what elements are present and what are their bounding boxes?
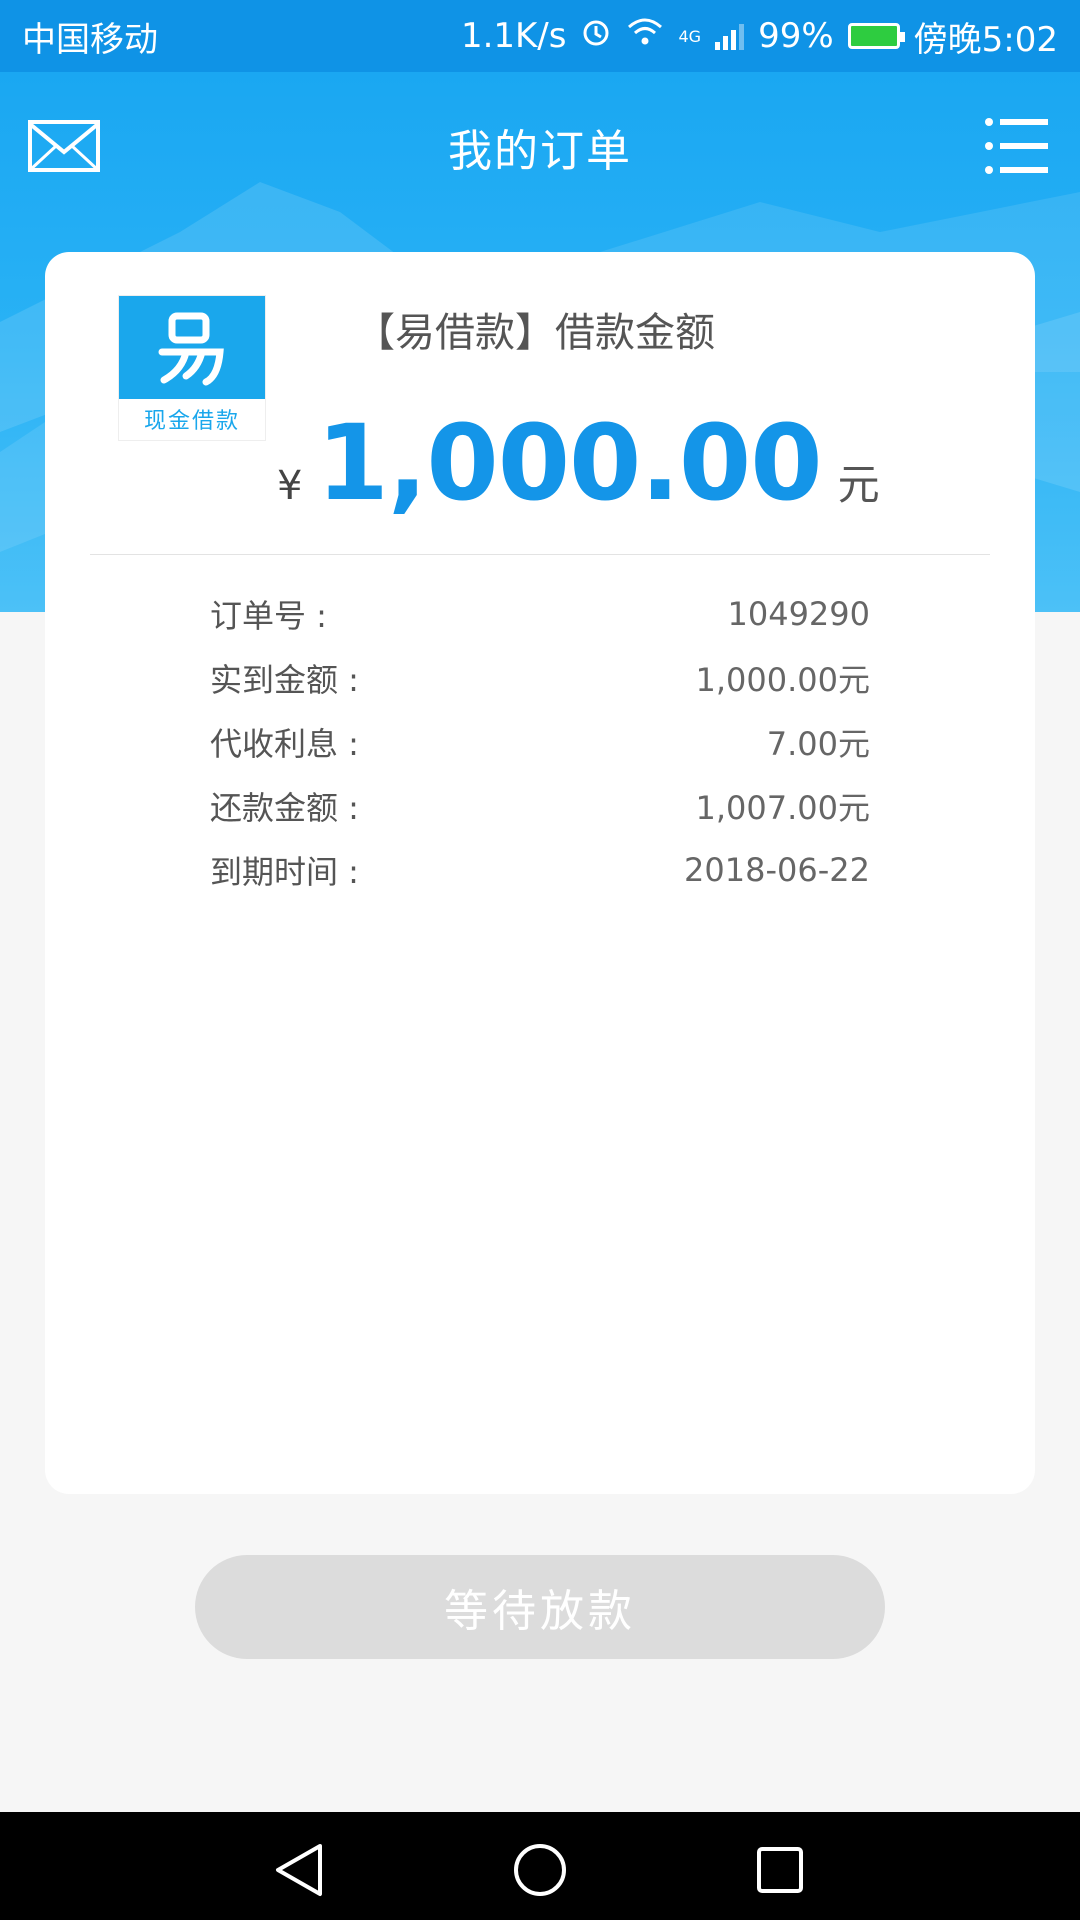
- await-disbursement-button[interactable]: 等待放款: [195, 1555, 885, 1659]
- currency-symbol: ¥: [277, 463, 303, 509]
- detail-row-received-amount: 实到金额 : 1,000.00元: [210, 646, 870, 710]
- status-bar: 中国移动 1.1K/s 4G 99% 傍晚5:02: [0, 0, 1080, 72]
- battery-icon: [847, 23, 905, 49]
- app-logo: 现金借款: [119, 296, 265, 440]
- detail-row-due-date: 到期时间 : 2018-06-22: [210, 838, 870, 902]
- status-icons: 1.1K/s 4G 99% 傍晚5:02: [461, 12, 1058, 61]
- detail-value: 7.00元: [766, 725, 870, 763]
- menu-icon[interactable]: [984, 116, 1050, 176]
- top-bar: 我的订单: [0, 72, 1080, 222]
- clock: 傍晚5:02: [913, 19, 1058, 60]
- divider: [90, 554, 990, 555]
- yi-logo-icon: [158, 312, 224, 385]
- carrier-name: 中国移动: [22, 19, 158, 60]
- battery-percent: 99%: [758, 16, 834, 56]
- order-details: 订单号 : 1049290 实到金额 : 1,000.00元 代收利息 : 7.…: [210, 582, 870, 902]
- amount-value: 1,000.00: [316, 402, 822, 524]
- amount-unit: 元: [837, 460, 880, 509]
- detail-label: 实到金额 :: [210, 661, 359, 699]
- network-speed: 1.1K/s: [460, 16, 567, 56]
- detail-value: 1049290: [727, 595, 870, 633]
- logo-caption: 现金借款: [143, 409, 240, 434]
- signal-icon: [715, 22, 745, 50]
- detail-label: 订单号 :: [210, 597, 327, 635]
- detail-value: 1,000.00元: [695, 661, 870, 699]
- back-icon[interactable]: [270, 1842, 330, 1898]
- detail-row-repayment-amount: 还款金额 : 1,007.00元: [210, 774, 870, 838]
- network-type: 4G: [678, 26, 702, 46]
- page-title: 我的订单: [448, 126, 632, 177]
- mail-icon[interactable]: [28, 120, 100, 172]
- detail-row-interest: 代收利息 : 7.00元: [210, 710, 870, 774]
- loan-title: 【易借款】借款金额: [355, 310, 715, 356]
- detail-label: 到期时间 :: [210, 853, 359, 891]
- alarm-icon: [580, 16, 612, 57]
- detail-value: 2018-06-22: [684, 851, 870, 889]
- navigation-bar: [0, 1812, 1080, 1920]
- recents-icon[interactable]: [750, 1842, 810, 1898]
- home-icon[interactable]: [510, 1842, 570, 1898]
- detail-label: 还款金额 :: [210, 789, 359, 827]
- detail-value: 1,007.00元: [695, 789, 870, 827]
- order-card: 现金借款 【易借款】借款金额 ¥ 1,000.00 元 订单号 : 104929…: [45, 252, 1035, 1494]
- wifi-icon: [626, 16, 664, 56]
- detail-row-order-number: 订单号 : 1049290: [210, 582, 870, 646]
- loan-amount: ¥ 1,000.00 元: [277, 402, 880, 524]
- detail-label: 代收利息 :: [210, 725, 359, 763]
